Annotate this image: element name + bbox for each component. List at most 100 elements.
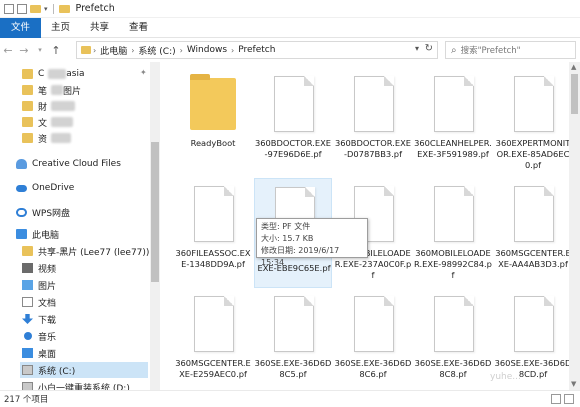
breadcrumb-system-c[interactable]: 系统 (C:) — [138, 44, 175, 57]
navigation-pane: Casia ✦ 笔图片 財 文 资 Creative Cloud Files O… — [0, 62, 160, 390]
file-icon — [274, 296, 314, 352]
file-item[interactable]: 360MSGCENTER.EXE-E259AEC0.pf — [174, 288, 252, 390]
music-icon — [24, 332, 32, 340]
scroll-up-icon[interactable]: ▲ — [571, 63, 576, 71]
content-scrollbar[interactable]: ▲ ▼ — [569, 62, 580, 390]
file-name: ReadyBoot — [190, 138, 236, 148]
back-arrow-icon[interactable]: ← — [0, 44, 16, 57]
file-name: 360BDOCTOR.EXE-97E96D6E.pf — [254, 138, 332, 159]
file-item[interactable]: 360BDOCTOR.EXE-97E96D6E.pf — [254, 68, 332, 178]
file-icon — [514, 296, 554, 352]
chevron-down-icon[interactable]: ▾ — [415, 44, 419, 53]
breadcrumb-windows[interactable]: Windows — [187, 45, 227, 55]
file-item[interactable]: 360CLEANHELPER.EXE-3F591989.pf — [414, 68, 492, 178]
file-item[interactable]: 360SE.EXE-36D6D8C6.pf — [334, 288, 412, 390]
document-icon — [22, 297, 33, 307]
file-icon — [194, 296, 234, 352]
nav-label: 下载 — [38, 315, 57, 326]
chevron-right-icon[interactable]: › — [131, 46, 134, 55]
file-icon — [514, 186, 554, 242]
nav-label: 文 — [38, 118, 48, 129]
nav-label: 视频 — [38, 264, 57, 275]
nav-item-creative-cloud[interactable]: Creative Cloud Files — [16, 156, 121, 172]
nav-item-this-pc[interactable]: 此电脑 — [16, 226, 59, 242]
folder-icon — [22, 85, 33, 95]
status-bar: 217 个项目 — [0, 390, 580, 407]
checkmark-icon[interactable] — [17, 3, 27, 14]
nav-label: 共享-黑片 (Lee77 (lee77)) — [38, 247, 150, 258]
file-item[interactable]: 360BDOCTOR.EXE-D0787BB3.pf — [334, 68, 412, 178]
nav-item-pictures[interactable]: 图片 — [22, 277, 56, 293]
properties-icon[interactable] — [4, 3, 14, 14]
scrollbar-thumb[interactable] — [571, 74, 578, 114]
nav-item-quick-1[interactable]: Casia — [22, 66, 85, 82]
nav-item-desktop[interactable]: 桌面 — [22, 345, 56, 361]
folder-icon — [22, 133, 33, 143]
file-item[interactable]: 360SE.EXE-36D6D8C8.pf — [414, 288, 492, 390]
file-item[interactable]: 360MSGCENTER.EXE-AA4AB3D3.pf — [494, 178, 569, 288]
scrollbar-thumb[interactable] — [151, 142, 159, 282]
nav-item-quick-5[interactable]: 资 — [22, 130, 72, 146]
nav-label: 桌面 — [38, 349, 57, 360]
drive-icon — [22, 382, 33, 390]
chevron-down-icon[interactable]: ▾ — [44, 5, 48, 13]
nav-item-drive-d[interactable]: 小白一键重装系统 (D:) — [22, 379, 130, 390]
creative-cloud-icon — [16, 159, 27, 169]
folder-icon — [22, 101, 33, 111]
tab-share[interactable]: 共享 — [80, 18, 119, 38]
tab-home[interactable]: 主页 — [41, 18, 80, 38]
file-item[interactable]: 360MOBILELOADER.EXE-98992C84.pf — [414, 178, 492, 288]
file-name: 360SE.EXE-36D6D8C6.pf — [334, 358, 412, 379]
file-name: 360SE.EXE-36D6D8C8.pf — [414, 358, 492, 379]
nav-item-wps-drive[interactable]: WPS网盘 — [16, 204, 70, 220]
nav-item-system-c[interactable]: 系统 (C:) — [20, 362, 148, 378]
file-name: 360MOBILELOADER.EXE-98992C84.pf — [414, 248, 492, 280]
blurred-text — [51, 101, 76, 111]
folder-icon — [58, 4, 70, 13]
file-name: 360FILEASSOC.EXE-1348DD9A.pf — [175, 248, 251, 269]
nav-item-downloads[interactable]: 下载 — [22, 311, 56, 327]
scroll-down-icon[interactable]: ▼ — [571, 380, 576, 388]
file-item[interactable]: 360FILEASSOC.EXE-1348DD9A.pf — [174, 178, 252, 288]
refresh-icon[interactable]: ↻ — [425, 43, 433, 54]
nav-item-shared-photos[interactable]: 共享-黑片 (Lee77 (lee77)) — [22, 243, 149, 259]
file-icon — [194, 186, 234, 242]
file-name: 360SE.EXE-36D6D8C5.pf — [254, 358, 332, 379]
nav-item-quick-4[interactable]: 文 — [22, 114, 74, 130]
pin-icon[interactable]: ✦ — [140, 68, 147, 77]
nav-item-music[interactable]: 音乐 — [22, 328, 56, 344]
nav-item-quick-2[interactable]: 笔 图片 — [22, 82, 81, 98]
file-icon — [274, 76, 314, 132]
recent-chevron-icon[interactable]: ▾ — [32, 46, 48, 54]
up-arrow-icon[interactable]: ↑ — [48, 44, 64, 57]
chevron-right-icon[interactable]: › — [180, 46, 183, 55]
large-icons-view-icon[interactable] — [564, 394, 574, 404]
details-view-icon[interactable] — [551, 394, 561, 404]
nav-item-onedrive[interactable]: OneDrive — [16, 180, 74, 196]
search-input[interactable]: ⌕ 搜索"Prefetch" — [445, 41, 576, 59]
file-name: 360CLEANHELPER.EXE-3F591989.pf — [414, 138, 492, 159]
forward-arrow-icon[interactable]: → — [16, 44, 32, 57]
chevron-right-icon[interactable]: › — [93, 46, 96, 55]
breadcrumb-this-pc[interactable]: 此电脑 — [100, 44, 127, 57]
file-icon — [434, 186, 474, 242]
address-row: ← → ▾ ↑ › 此电脑 › 系统 (C:) › Windows › Pref… — [0, 38, 580, 62]
nav-label: 此电脑 — [32, 230, 60, 241]
folder-readyboot[interactable]: ReadyBoot — [174, 68, 252, 178]
address-bar[interactable]: › 此电脑 › 系统 (C:) › Windows › Prefetch ▾ ↻ — [76, 41, 438, 59]
tab-file[interactable]: 文件 — [0, 17, 42, 38]
tab-view[interactable]: 查看 — [119, 18, 158, 38]
breadcrumb-prefetch[interactable]: Prefetch — [238, 45, 275, 55]
nav-scrollbar[interactable] — [150, 62, 160, 390]
chevron-right-icon[interactable]: › — [231, 46, 234, 55]
nav-item-documents[interactable]: 文档 — [22, 294, 56, 310]
folder-icon — [22, 69, 33, 79]
file-item[interactable]: 360SE.EXE-36D6D8C5.pf — [254, 288, 332, 390]
folder-icon — [22, 117, 33, 127]
wps-cloud-icon — [16, 207, 27, 217]
nav-item-quick-3[interactable]: 財 — [22, 98, 76, 114]
network-folder-icon — [22, 246, 33, 256]
nav-item-videos[interactable]: 视频 — [22, 260, 56, 276]
new-folder-icon[interactable] — [30, 4, 41, 13]
file-item[interactable]: 360EXPERTMONITOR.EXE-85AD6EC0.pf — [494, 68, 569, 178]
